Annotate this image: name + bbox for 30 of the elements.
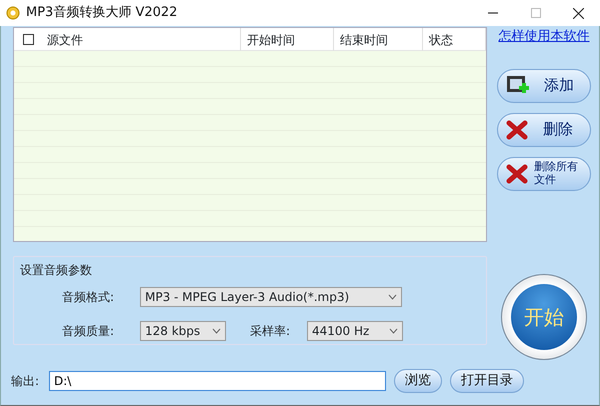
caret-icon: [388, 294, 397, 300]
sample-rate-dropdown[interactable]: 44100 Hz: [307, 321, 403, 341]
select-all-checkbox[interactable]: [23, 34, 34, 45]
delete-button[interactable]: 删除所有文件: [497, 156, 591, 190]
format-dropdown[interactable]: MP3 - MPEG Layer-3 Audio(*.mp3): [140, 287, 402, 307]
add-button[interactable]: 添加: [497, 68, 591, 102]
caret-icon: [212, 328, 221, 334]
open-folder-button[interactable]: 打开目录: [450, 369, 524, 393]
maximize-icon: [530, 8, 540, 18]
delete-button[interactable]: 删除: [497, 112, 591, 146]
format-label: 音频格式:: [62, 289, 116, 306]
sample-rate-label: 采样率:: [250, 323, 292, 340]
window-title: MP3音频转换大师 V2022: [26, 4, 178, 22]
x-icon: [506, 164, 528, 184]
help-link[interactable]: 怎样使用本软件: [498, 27, 590, 46]
app-icon: [6, 6, 20, 20]
x-icon: [506, 120, 528, 140]
output-label: 输出:: [11, 373, 40, 390]
browse-button[interactable]: 浏览: [394, 369, 442, 393]
column-header[interactable]: 结束时间: [340, 30, 388, 48]
group-title: 设置音频参数: [20, 263, 92, 277]
quality-label: 音频质量:: [62, 323, 116, 340]
output-path-field[interactable]: D:\: [49, 371, 386, 391]
quality-dropdown[interactable]: 128 kbps: [140, 321, 226, 341]
column-header[interactable]: 源文件: [47, 30, 83, 48]
caret-icon: [389, 328, 398, 334]
column-header[interactable]: 开始时间: [247, 30, 295, 48]
close-icon: [573, 8, 584, 18]
column-header[interactable]: 状态: [429, 30, 453, 48]
file-list[interactable]: 源文件 开始时间 结束时间 状态: [13, 27, 487, 242]
